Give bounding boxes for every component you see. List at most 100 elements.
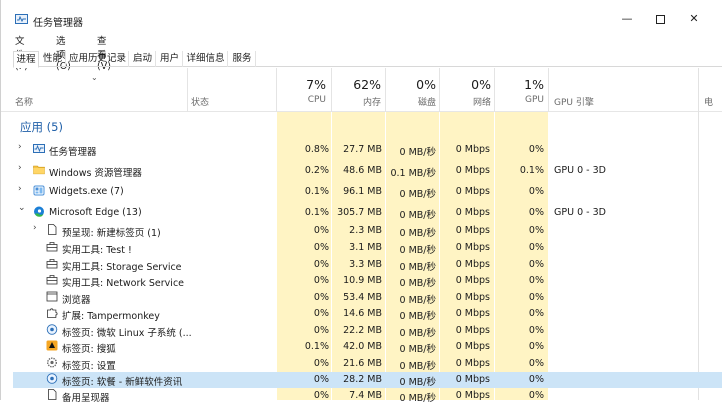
tab-bar: 进程 性能 应用历史记录 启动 用户 详细信息 服务 xyxy=(13,51,722,68)
memory-value: 96.1 MB xyxy=(343,186,382,197)
sort-chevron-icon[interactable]: ⌄ xyxy=(91,73,98,82)
table-row[interactable]: 实用工具: Network Service 0% 10.9 MB 0 MB/秒 0 Mb… xyxy=(13,273,722,289)
network-value: 0 Mbps xyxy=(455,259,490,270)
column-network[interactable]: 网络 xyxy=(441,95,491,108)
disk-value: 0 MB/秒 xyxy=(399,344,436,355)
column-header: ⌄ 名称 状态 7% CPU 62% 内存 0% 磁盘 0% 网络 1% GPU… xyxy=(1,68,722,112)
memory-value: 42.0 MB xyxy=(343,341,382,352)
task-manager-window: 任务管理器 — ✕ 文件(F) 选项(O) 查看(V) 进程 性能 应用历史记录… xyxy=(0,0,722,404)
table-row[interactable]: 标签页: 设置 0% 21.6 MB 0 MB/秒 0 Mbps 0% xyxy=(13,356,722,372)
network-value: 0 Mbps xyxy=(455,242,490,253)
page-icon xyxy=(46,224,58,235)
network-value: 0 Mbps xyxy=(455,374,490,385)
memory-value: 14.6 MB xyxy=(343,308,382,319)
column-power-partial[interactable]: 电 xyxy=(704,95,713,108)
table-row[interactable]: 标签页: 微软 Linux 子系统 (... 0% 22.2 MB 0 MB/秒 0 M… xyxy=(13,323,722,339)
expand-chevron-icon[interactable]: › xyxy=(18,184,22,194)
tab-users[interactable]: 用户 xyxy=(157,51,183,67)
memory-value: 2.3 MB xyxy=(349,225,382,236)
table-row[interactable]: › Windows 资源管理器 0.2% 48.6 MB 0.1 MB/秒 0 Mbps 0… xyxy=(13,163,722,180)
gpu-value: 0% xyxy=(528,225,544,236)
expand-chevron-icon[interactable]: › xyxy=(18,142,22,152)
tab-startup[interactable]: 启动 xyxy=(130,51,156,67)
expand-chevron-icon[interactable]: › xyxy=(18,163,22,173)
title-bar: 任务管理器 — ✕ xyxy=(1,0,722,32)
gpu-value: 0% xyxy=(528,259,544,270)
column-separator[interactable] xyxy=(187,68,188,112)
table-row[interactable]: 标签页: 软餐 - 新鲜软件资讯 0% 28.2 MB 0 MB/秒 0 Mbps 0% xyxy=(13,372,722,388)
memory-total[interactable]: 62% xyxy=(331,77,381,92)
process-name: Widgets.exe (7) xyxy=(49,186,124,197)
column-disk[interactable]: 磁盘 xyxy=(386,95,436,108)
table-row[interactable]: 扩展: Tampermonkey 0% 14.6 MB 0 MB/秒 0 Mbps 0% xyxy=(13,306,722,322)
network-value: 0 Mbps xyxy=(455,358,490,369)
tab-services[interactable]: 服务 xyxy=(229,51,256,67)
table-row[interactable]: 实用工具: Test ! 0% 3.1 MB 0 MB/秒 0 Mbps 0% xyxy=(13,240,722,256)
close-button[interactable]: ✕ xyxy=(680,10,708,28)
network-value: 0 Mbps xyxy=(455,292,490,303)
cpu-total[interactable]: 7% xyxy=(281,77,326,92)
disk-value: 0 MB/秒 xyxy=(399,262,436,273)
folder-icon xyxy=(33,164,45,175)
cpu-value: 0% xyxy=(313,259,329,270)
cpu-value: 0.2% xyxy=(304,165,329,176)
column-separator[interactable] xyxy=(385,68,386,112)
table-row[interactable]: 实用工具: Storage Service 0% 3.3 MB 0 MB/秒 0 Mbp… xyxy=(13,257,722,273)
expand-chevron-icon[interactable]: › xyxy=(33,223,37,233)
column-gpu[interactable]: GPU xyxy=(496,95,544,105)
table-row[interactable]: 备用呈现器 0% 7.4 MB 0 MB/秒 0 Mbps 0% xyxy=(13,388,722,404)
network-value: 0 Mbps xyxy=(455,225,490,236)
process-name: 标签页: 搜狐 xyxy=(62,344,116,355)
table-row[interactable]: › Widgets.exe (7) 0.1% 96.1 MB 0 MB/秒 0 Mbps 0… xyxy=(13,184,722,201)
network-value: 0 Mbps xyxy=(455,341,490,352)
group-header-apps[interactable]: 应用 (5) xyxy=(20,119,63,135)
gpu-engine-value: GPU 0 - 3D xyxy=(554,165,606,176)
cpu-value: 0% xyxy=(313,325,329,336)
table-row[interactable]: 浏览器 0% 53.4 MB 0 MB/秒 0 Mbps 0% xyxy=(13,290,722,306)
gpu-value: 0% xyxy=(528,186,544,197)
disk-value: 0 MB/秒 xyxy=(399,245,436,256)
cpu-value: 0.8% xyxy=(304,144,329,155)
edge-icon xyxy=(33,206,45,217)
tab-performance[interactable]: 性能 xyxy=(40,51,66,67)
toolbox-icon xyxy=(46,258,58,269)
disk-value: 0 MB/秒 xyxy=(399,328,436,339)
gpu-value: 0.1% xyxy=(519,165,544,176)
column-separator[interactable] xyxy=(276,68,277,112)
memory-value: 305.7 MB xyxy=(337,207,382,218)
column-gpu-engine[interactable]: GPU 引擎 xyxy=(554,95,594,108)
table-row[interactable]: ⌄ Microsoft Edge (13) 0.1% 305.7 MB 0 MB/秒 0 … xyxy=(13,203,722,222)
tab-details[interactable]: 详细信息 xyxy=(184,51,228,67)
column-status[interactable]: 状态 xyxy=(191,95,209,108)
minimize-button[interactable]: — xyxy=(613,10,641,28)
column-separator[interactable] xyxy=(494,68,495,112)
gpu-value: 0% xyxy=(528,207,544,218)
toolbox-icon xyxy=(46,274,58,285)
network-value: 0 Mbps xyxy=(455,207,490,218)
column-name[interactable]: 名称 xyxy=(15,95,33,108)
disk-value: 0 MB/秒 xyxy=(399,278,436,289)
disk-total[interactable]: 0% xyxy=(386,77,436,92)
column-separator[interactable] xyxy=(331,68,332,112)
table-row[interactable]: › 预呈现: 新建标签页 (1) 0% 2.3 MB 0 MB/秒 0 Mbps 0% xyxy=(13,223,722,239)
cpu-value: 0% xyxy=(313,275,329,286)
tab-app-history[interactable]: 应用历史记录 xyxy=(67,51,129,67)
disk-value: 0 MB/秒 xyxy=(399,228,436,239)
maximize-button[interactable] xyxy=(646,10,674,28)
maximize-icon xyxy=(655,14,665,24)
memory-value: 21.6 MB xyxy=(343,358,382,369)
gpu-value: 0% xyxy=(528,292,544,303)
cpu-value: 0.1% xyxy=(304,186,329,197)
column-cpu[interactable]: CPU xyxy=(281,95,326,105)
network-total[interactable]: 0% xyxy=(441,77,491,92)
column-separator[interactable] xyxy=(439,68,440,112)
cpu-value: 0% xyxy=(313,390,329,401)
column-separator[interactable] xyxy=(548,68,549,112)
collapse-chevron-icon[interactable]: ⌄ xyxy=(18,203,26,213)
table-row[interactable]: › 任务管理器 0.8% 27.7 MB 0 MB/秒 0 Mbps 0% xyxy=(13,142,722,159)
gpu-total[interactable]: 1% xyxy=(496,77,544,92)
gpu-engine-value: GPU 0 - 3D xyxy=(554,207,606,218)
tab-processes[interactable]: 进程 xyxy=(13,51,39,68)
table-row[interactable]: 标签页: 搜狐 0.1% 42.0 MB 0 MB/秒 0 Mbps 0% xyxy=(13,339,722,355)
column-memory[interactable]: 内存 xyxy=(331,95,381,108)
